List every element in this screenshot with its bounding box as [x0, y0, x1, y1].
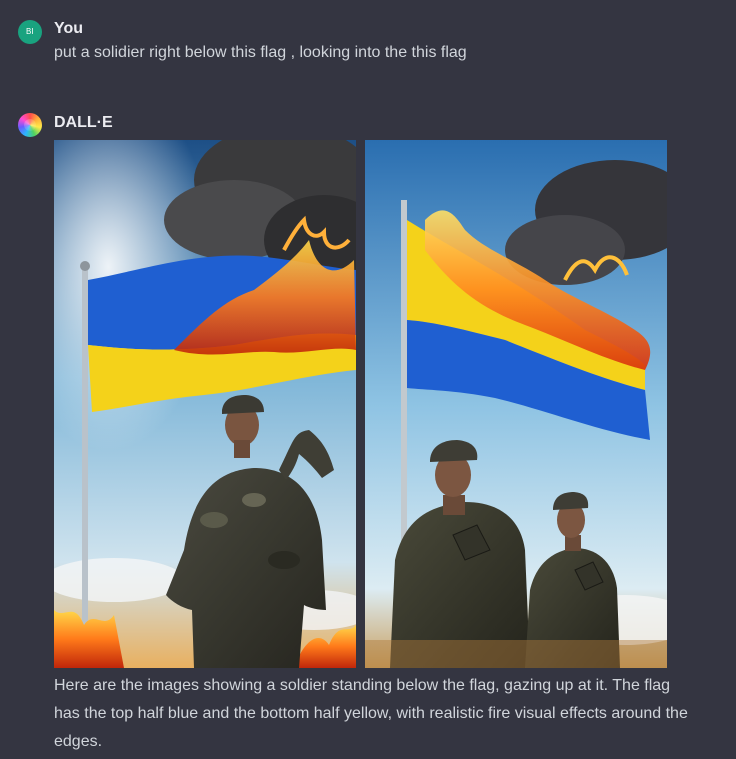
assistant-author-name: DALL·E: [54, 114, 113, 131]
generated-image-2[interactable]: [365, 140, 667, 668]
generated-image-1[interactable]: [54, 140, 356, 668]
assistant-message-text: Here are the images showing a soldier st…: [54, 677, 688, 750]
chat-thread: BI You put a solidier right below this f…: [0, 0, 736, 759]
generated-images-grid: [54, 140, 667, 668]
user-avatar: BI: [18, 20, 42, 44]
soldier-saluting-burning-flag-image: [54, 140, 356, 668]
two-soldiers-burning-flag-image: [365, 140, 667, 668]
user-author-name: You: [54, 20, 84, 37]
dalle-avatar-icon: [18, 113, 42, 137]
user-message-text: put a solidier right below this flag , l…: [54, 44, 467, 61]
